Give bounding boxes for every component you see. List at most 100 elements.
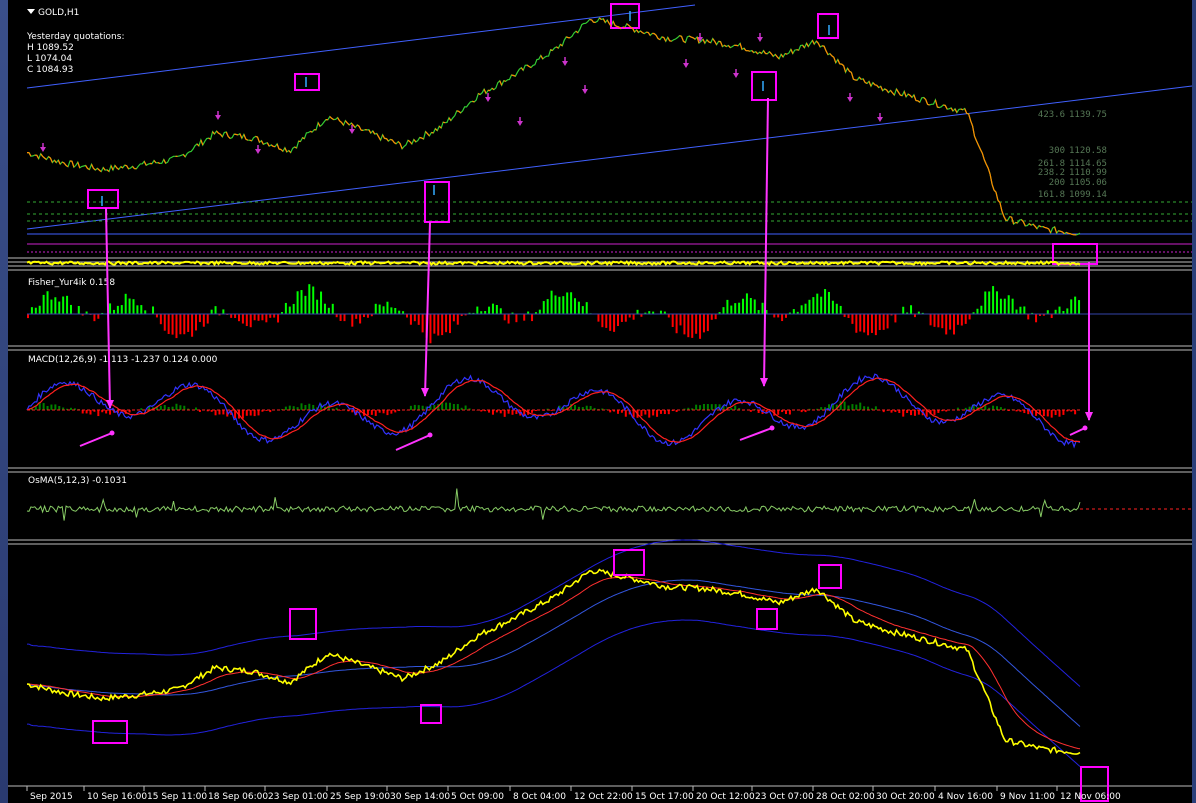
macd-hist-bar bbox=[304, 404, 307, 410]
down-arrow-icon bbox=[683, 63, 689, 68]
fisher-bar bbox=[38, 305, 41, 314]
fisher-bar bbox=[734, 303, 737, 314]
fisher-bar bbox=[1023, 306, 1026, 314]
macd-hist-bar bbox=[42, 403, 45, 410]
fisher-bar bbox=[265, 314, 268, 323]
osma-panel[interactable]: OsMA(5,12,3) -0.1031 bbox=[26, 476, 1192, 521]
macd-hist-bar bbox=[511, 410, 514, 415]
fisher-bar bbox=[1058, 306, 1061, 314]
fisher-bar bbox=[613, 314, 616, 332]
highlight-box bbox=[817, 13, 839, 39]
axis-tick-label: 15 Oct 17:00 bbox=[635, 792, 694, 802]
fisher-bar bbox=[863, 314, 866, 333]
fisher-bar bbox=[1003, 298, 1006, 314]
macd-hist-bar bbox=[644, 410, 647, 415]
fisher-bar bbox=[1007, 295, 1010, 314]
fisher-bar bbox=[144, 310, 147, 314]
macd-hist-bar bbox=[652, 410, 655, 416]
connector-line bbox=[424, 221, 431, 397]
fisher-bar bbox=[1011, 298, 1014, 314]
axis-tick-label: 30 Oct 20:00 bbox=[876, 792, 935, 802]
macd-hist-bar bbox=[749, 410, 752, 412]
macd-hist-bar bbox=[855, 404, 858, 410]
macd-hist-bar bbox=[218, 410, 221, 415]
macd-panel[interactable]: MACD(12,26,9) -1.113 -1.237 0.124 0.000 bbox=[26, 355, 1081, 449]
fisher-bar bbox=[366, 314, 369, 318]
fisher-bar bbox=[523, 314, 526, 321]
arrowhead-icon bbox=[1082, 425, 1088, 431]
macd-hist-bar bbox=[421, 405, 424, 410]
macd-hist-bar bbox=[97, 410, 100, 417]
fisher-bar bbox=[831, 300, 834, 314]
fisher-bar bbox=[710, 314, 713, 320]
fisher-bar bbox=[394, 307, 397, 314]
fisher-bar bbox=[984, 291, 987, 314]
fisher-bar bbox=[667, 314, 670, 318]
axis-tick-label: 9 Nov 11:00 bbox=[1000, 792, 1055, 802]
macd-hist-bar bbox=[847, 405, 850, 410]
macd-hist-bar bbox=[288, 405, 291, 410]
fisher-bar bbox=[999, 298, 1002, 314]
fisher-bar bbox=[781, 314, 784, 322]
fisher-bar bbox=[1078, 300, 1081, 314]
fisher-bar bbox=[273, 314, 276, 318]
fisher-bar bbox=[214, 306, 217, 314]
fisher-bar bbox=[316, 299, 319, 314]
fisher-bar bbox=[288, 306, 291, 314]
macd-hist-bar bbox=[1062, 410, 1065, 415]
fib-price-label: 1099.14 bbox=[1069, 190, 1107, 200]
macd-hist-bar bbox=[175, 403, 178, 410]
quotes-heading: Yesterday quotations: bbox=[26, 32, 124, 42]
fisher-bar bbox=[429, 314, 432, 344]
fisher-bar bbox=[257, 314, 260, 321]
symbol-label: GOLD,H1 bbox=[38, 8, 79, 18]
fib-ratio-label: 300 bbox=[1049, 146, 1065, 156]
macd-hist-bar bbox=[249, 410, 252, 416]
fisher-bar bbox=[800, 305, 803, 314]
fisher-bar bbox=[632, 314, 635, 320]
macd-hist-bar bbox=[409, 405, 412, 410]
fisher-bar bbox=[1019, 306, 1022, 314]
highlight-box bbox=[294, 73, 320, 91]
fisher-bar bbox=[538, 309, 541, 314]
fisher-bar bbox=[382, 306, 385, 314]
fisher-bar bbox=[359, 314, 362, 324]
fisher-bar bbox=[742, 298, 745, 314]
divergence-arrow bbox=[79, 432, 113, 447]
macd-hist-bar bbox=[109, 410, 112, 415]
macd-hist-bar bbox=[214, 410, 217, 416]
macd-hist-bar bbox=[663, 410, 666, 415]
macd-hist-bar bbox=[910, 410, 913, 416]
fisher-bar bbox=[620, 314, 623, 322]
axis-tick-label: 23 Sep 01:00 bbox=[268, 792, 328, 802]
bollinger-panel[interactable] bbox=[26, 539, 1109, 802]
fisher-bar bbox=[577, 301, 580, 314]
macd-hist-bar bbox=[300, 403, 303, 410]
fisher-panel[interactable]: Fisher_Yur4ik 0.158 bbox=[27, 278, 1192, 344]
fisher-bar bbox=[574, 298, 577, 314]
connector-line bbox=[763, 97, 769, 387]
fisher-bar bbox=[929, 314, 932, 326]
fisher-bar bbox=[515, 314, 518, 323]
arrowhead-icon bbox=[1085, 412, 1093, 421]
fisher-bar bbox=[1046, 310, 1049, 314]
axis-tick-label: 8 Oct 04:00 bbox=[513, 792, 566, 802]
macd-hist-bar bbox=[574, 405, 577, 410]
fisher-bar bbox=[995, 291, 998, 314]
horizontal-levels bbox=[27, 201, 1192, 253]
fisher-bar bbox=[62, 296, 65, 314]
fisher-bar bbox=[58, 301, 61, 314]
macd-hist-bar bbox=[105, 410, 108, 414]
fib-price-label: 1110.99 bbox=[1069, 168, 1107, 178]
price-panel[interactable]: 423.6 1139.75300 1120.58261.8 1114.65238.2 1… bbox=[26, 3, 1193, 267]
macd-hist-bar bbox=[820, 407, 823, 410]
terminal-chart[interactable]: 423.6 1139.75300 1120.58261.8 1114.65238.2 1… bbox=[0, 0, 1196, 803]
fisher-bar bbox=[140, 305, 143, 314]
fisher-bar bbox=[159, 314, 162, 325]
fisher-bar bbox=[495, 304, 498, 314]
triangle-down-icon[interactable] bbox=[27, 9, 35, 14]
fisher-bar bbox=[155, 314, 158, 318]
macd-hist-bar bbox=[85, 410, 88, 414]
fisher-bar bbox=[964, 314, 967, 324]
fib-price-label: 1120.58 bbox=[1069, 146, 1107, 156]
